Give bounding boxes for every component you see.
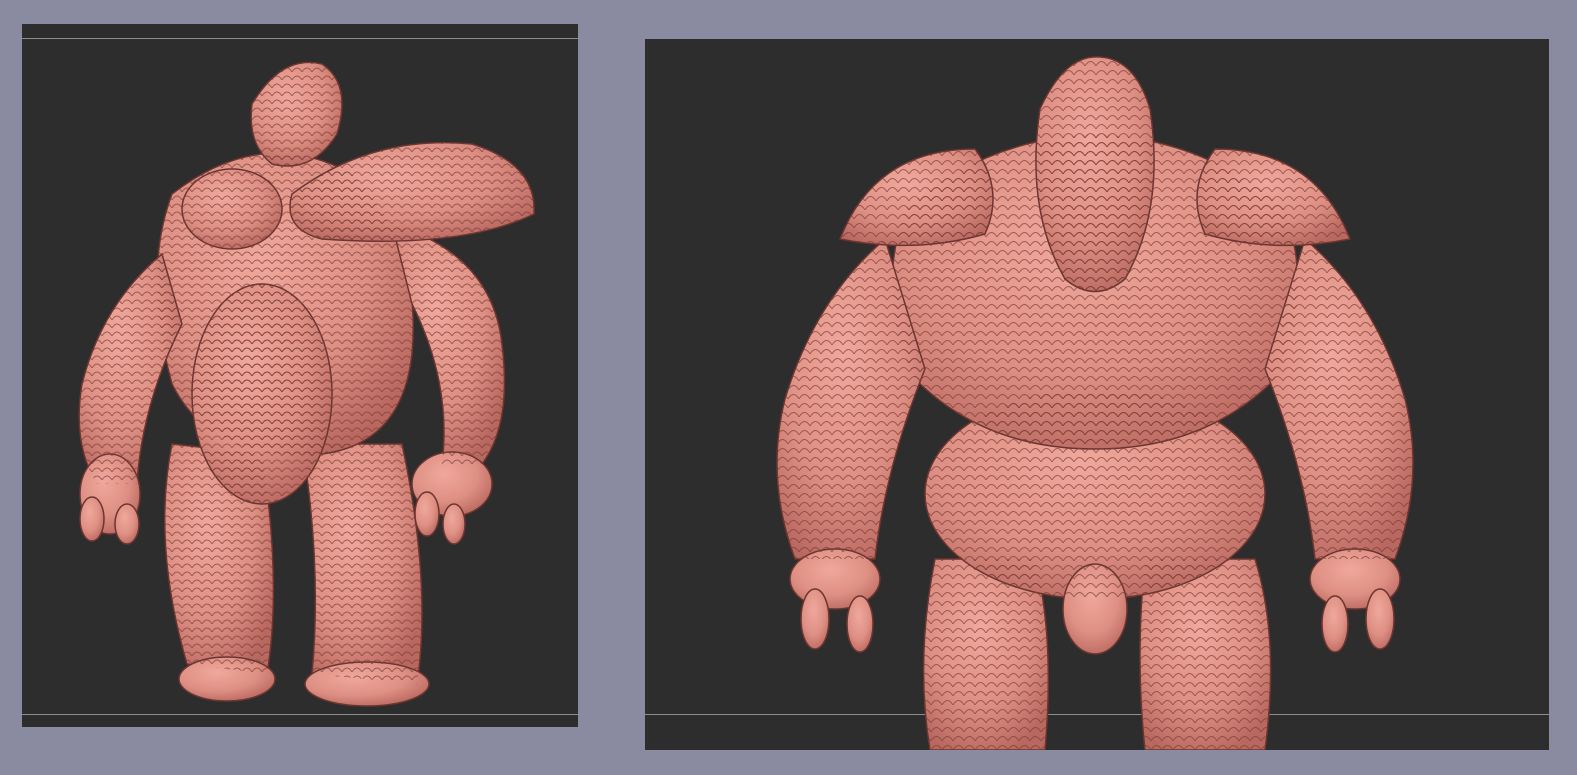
viewport-front[interactable] xyxy=(645,39,1549,750)
creature-render-front xyxy=(776,56,1414,750)
creature-render-three-quarter xyxy=(78,61,535,707)
viewport-three-quarter[interactable] xyxy=(22,24,578,727)
